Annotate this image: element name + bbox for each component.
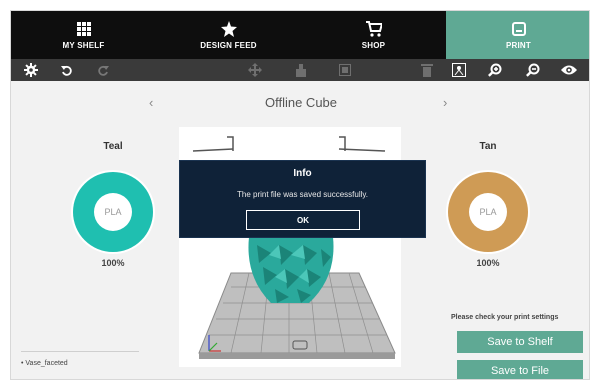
zoom-out-icon[interactable] bbox=[525, 62, 541, 78]
right-material-type: PLA bbox=[469, 193, 507, 231]
next-model-button[interactable]: › bbox=[443, 95, 447, 110]
nav-design-feed[interactable]: DESIGN FEED bbox=[156, 11, 301, 59]
zoom-in-icon[interactable] bbox=[487, 62, 503, 78]
info-dialog: Info The print file was saved successful… bbox=[179, 160, 426, 238]
grid-icon bbox=[76, 21, 92, 37]
nav-shop[interactable]: SHOP bbox=[301, 11, 446, 59]
right-material-percent: 100% bbox=[476, 258, 500, 268]
gear-icon[interactable] bbox=[23, 62, 39, 78]
cart-icon bbox=[365, 20, 382, 37]
eye-icon[interactable] bbox=[561, 62, 577, 78]
left-material-type: PLA bbox=[94, 193, 132, 231]
print-settings-hint: Please check your print settings bbox=[451, 314, 559, 321]
dialog-title: Info bbox=[293, 168, 312, 179]
left-material-name: Teal bbox=[103, 141, 123, 152]
model-title-bar: ‹ Offline Cube › bbox=[11, 81, 589, 125]
ok-button[interactable]: OK bbox=[246, 210, 360, 230]
toolbar bbox=[11, 59, 589, 81]
left-material-percent: 100% bbox=[101, 258, 125, 268]
left-material-spool[interactable]: PLA bbox=[73, 172, 153, 252]
right-material-spool[interactable]: PLA bbox=[448, 172, 528, 252]
scale-icon[interactable] bbox=[337, 62, 353, 78]
dialog-message: The print file was saved successfully. bbox=[236, 190, 368, 199]
list-item[interactable]: • Vase_faceted bbox=[21, 360, 139, 367]
print-icon bbox=[511, 21, 527, 37]
app-window: MY SHELF DESIGN FEED SHOP PRINT ‹ Offlin… bbox=[10, 10, 590, 380]
right-material-name: Tan bbox=[479, 141, 497, 152]
nav-print[interactable]: PRINT bbox=[446, 11, 589, 59]
nav-label: MY SHELF bbox=[62, 40, 105, 50]
view-icon[interactable] bbox=[451, 62, 467, 78]
nav-label: SHOP bbox=[361, 40, 386, 50]
rotate-icon[interactable] bbox=[293, 62, 309, 78]
nav-label: DESIGN FEED bbox=[200, 40, 257, 50]
nav-label: PRINT bbox=[506, 40, 531, 50]
save-to-file-button[interactable]: Save to File bbox=[457, 360, 583, 379]
model-title: Offline Cube bbox=[264, 95, 338, 110]
delete-icon[interactable] bbox=[419, 62, 435, 78]
nav-my-shelf[interactable]: MY SHELF bbox=[11, 11, 156, 59]
redo-icon[interactable] bbox=[95, 62, 111, 78]
save-to-shelf-button[interactable]: Save to Shelf bbox=[457, 331, 583, 353]
file-list: • Vase_faceted bbox=[21, 351, 139, 367]
move-icon[interactable] bbox=[247, 62, 263, 78]
undo-icon[interactable] bbox=[59, 62, 75, 78]
star-icon bbox=[220, 20, 237, 37]
top-nav: MY SHELF DESIGN FEED SHOP PRINT bbox=[11, 11, 589, 59]
